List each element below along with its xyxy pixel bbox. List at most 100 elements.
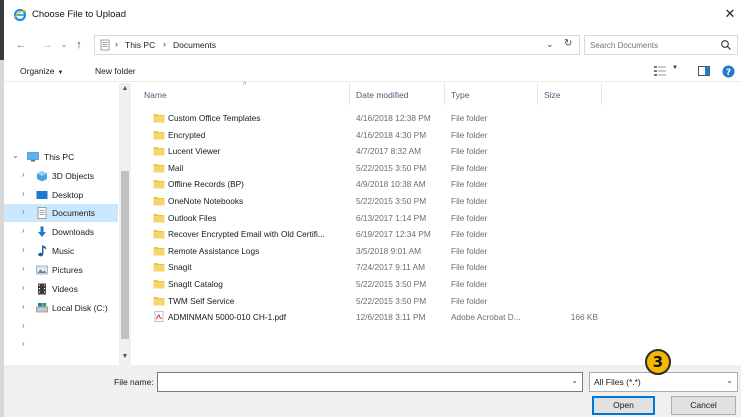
file-upload-dialog: Choose File to Upload ✕ ← → ⌄ ↑ › This P…: [4, 0, 741, 417]
file-date-cell: 5/22/2015 3:50 PM: [356, 295, 427, 306]
open-button[interactable]: Open: [592, 396, 655, 415]
file-date-cell: 4/9/2018 10:38 AM: [356, 179, 426, 190]
scroll-up-arrow-icon[interactable]: ▲: [120, 85, 130, 95]
preview-pane-icon[interactable]: [698, 66, 710, 76]
nav-item-downloads[interactable]: › Downloads: [4, 223, 118, 241]
help-icon[interactable]: ?: [722, 65, 735, 78]
file-row[interactable]: Mail 5/22/2015 3:50 PM File folder: [138, 160, 741, 177]
file-name-cell: Outlook Files: [168, 212, 217, 223]
column-name-label: Name: [144, 90, 167, 100]
navigation-pane: ⌄ This PC › 3D Objects › Desktop › Docum…: [4, 83, 131, 365]
file-name-cell: TWM Self Service: [168, 295, 235, 306]
step-callout-badge: 3: [645, 349, 671, 375]
file-date-cell: 6/19/2017 12:34 PM: [356, 229, 431, 240]
organize-button[interactable]: Organize ▼: [20, 66, 63, 76]
scrollbar-thumb[interactable]: [121, 171, 129, 339]
nav-item-music[interactable]: › Music: [4, 242, 118, 260]
file-type-cell: File folder: [451, 179, 488, 190]
navigation-scrollbar[interactable]: ▲ ▼: [119, 83, 131, 365]
expand-chevron-icon[interactable]: ›: [22, 283, 25, 292]
new-folder-button[interactable]: New folder: [95, 66, 136, 76]
column-header-name[interactable]: Name ^: [138, 82, 350, 105]
nav-item-desktop[interactable]: › Desktop: [4, 186, 118, 204]
file-name-label: File name:: [114, 377, 154, 387]
folder-icon: [153, 246, 165, 256]
file-row[interactable]: ADMINMAN 5000-010 CH-1.pdf 12/6/2018 3:11…: [138, 309, 741, 326]
file-row[interactable]: Recover Encrypted Email with Old Certifi…: [138, 226, 741, 243]
nav-item-local-disk[interactable]: › Local Disk (C:): [4, 299, 118, 317]
cancel-button[interactable]: Cancel: [671, 396, 736, 415]
file-name-dropdown-icon[interactable]: ⌄: [571, 376, 578, 385]
file-row[interactable]: OneNote Notebooks 5/22/2015 3:50 PM File f…: [138, 193, 741, 210]
expand-chevron-icon[interactable]: ›: [22, 226, 25, 235]
file-row[interactable]: TWM Self Service 5/22/2015 3:50 PM File fo…: [138, 293, 741, 310]
file-row[interactable]: Offline Records (BP) 4/9/2018 10:38 AM Fil…: [138, 176, 741, 193]
file-date-cell: 5/22/2015 3:50 PM: [356, 196, 427, 206]
view-options-icon[interactable]: [654, 66, 666, 76]
file-type-cell: File folder: [451, 146, 488, 157]
documents-folder-icon: [37, 207, 47, 219]
search-icon[interactable]: [720, 39, 732, 51]
close-icon[interactable]: ✕: [721, 5, 739, 23]
nav-item-unnamed[interactable]: ›: [4, 336, 118, 354]
file-name-combobox[interactable]: ⌄: [157, 372, 583, 392]
collapse-chevron-icon[interactable]: ⌄: [12, 151, 19, 160]
column-header-size[interactable]: Size: [538, 83, 602, 105]
expand-chevron-icon[interactable]: ›: [22, 339, 25, 348]
file-name-input[interactable]: [161, 376, 561, 389]
column-header-type[interactable]: Type: [445, 83, 538, 105]
column-header-date-modified[interactable]: Date modified: [350, 83, 445, 105]
expand-chevron-icon[interactable]: ›: [22, 207, 25, 216]
up-arrow-icon[interactable]: ↑: [71, 37, 87, 53]
folder-icon: [153, 263, 165, 272]
file-date-cell: 4/16/2018 12:38 PM: [356, 113, 431, 123]
expand-chevron-icon[interactable]: ›: [22, 302, 25, 311]
file-date-cell: 4/16/2018 4:30 PM: [356, 129, 427, 140]
refresh-icon[interactable]: ↻: [564, 38, 572, 49]
cube-folder-icon: [37, 171, 47, 182]
back-arrow-icon[interactable]: ←: [13, 37, 29, 53]
file-type-cell: File folder: [451, 196, 488, 206]
nav-item-documents[interactable]: › Documents: [4, 204, 118, 222]
search-box[interactable]: [584, 35, 738, 55]
recent-locations-icon[interactable]: ⌄: [56, 37, 72, 53]
nav-item-this-pc[interactable]: ⌄ This PC: [4, 148, 118, 166]
file-row[interactable]: Lucent Viewer 4/7/2017 8:32 AM File folder: [138, 143, 741, 160]
expand-chevron-icon[interactable]: ›: [22, 264, 25, 273]
file-row[interactable]: Outlook Files 6/13/2017 1:14 PM File folde…: [138, 210, 741, 227]
expand-chevron-icon[interactable]: ›: [22, 245, 25, 254]
file-row[interactable]: SnagIt Catalog 5/22/2015 3:50 PM File fold…: [138, 276, 741, 293]
column-size-label: Size: [544, 90, 561, 100]
download-arrow-icon: [38, 226, 46, 237]
file-type-select[interactable]: All Files (*.*) ⌄: [589, 372, 738, 392]
file-type-dropdown-icon[interactable]: ⌄: [726, 376, 733, 385]
scroll-down-arrow-icon[interactable]: ▼: [120, 353, 130, 363]
nav-item-videos[interactable]: › Videos: [4, 280, 118, 298]
nav-item-3d-objects[interactable]: › 3D Objects: [4, 167, 118, 185]
file-date-cell: 12/6/2018 3:11 PM: [356, 312, 426, 323]
nav-item-unnamed[interactable]: ›: [4, 318, 118, 336]
breadcrumb-this-pc[interactable]: This PC: [125, 40, 155, 50]
title-bar: Choose File to Upload ✕: [4, 0, 741, 30]
folder-icon: [153, 213, 165, 223]
forward-arrow-icon[interactable]: →: [39, 37, 55, 53]
nav-label: Music: [52, 246, 75, 256]
file-row[interactable]: Custom Office Templates 4/16/2018 12:38 P…: [138, 110, 741, 127]
search-input[interactable]: [590, 39, 710, 52]
expand-chevron-icon[interactable]: ›: [22, 170, 25, 179]
address-row: ← → ⌄ ↑ › This PC › Documents ⌄ ↻: [4, 34, 741, 58]
pdf-file-icon: [154, 311, 164, 322]
expand-chevron-icon[interactable]: ›: [22, 321, 25, 330]
breadcrumb-documents[interactable]: Documents: [173, 40, 216, 50]
dialog-footer: File name: ⌄ All Files (*.*) ⌄ Open Canc…: [4, 365, 741, 417]
folder-icon: [153, 197, 165, 206]
expand-chevron-icon[interactable]: ›: [22, 189, 25, 198]
file-row[interactable]: Encrypted 4/16/2018 4:30 PM File folder: [138, 127, 741, 144]
view-options-caret-icon[interactable]: ▼: [672, 65, 678, 71]
file-row[interactable]: Snagit 7/24/2017 9:11 AM File folder: [138, 259, 741, 276]
address-bar[interactable]: › This PC › Documents ⌄ ↻: [94, 35, 580, 55]
folder-icon: [153, 180, 165, 189]
file-row[interactable]: Remote Assistance Logs 3/5/2018 9:01 AM Fi…: [138, 243, 741, 260]
nav-item-pictures[interactable]: › Pictures: [4, 261, 118, 279]
address-history-dropdown-icon[interactable]: ⌄: [546, 39, 554, 50]
